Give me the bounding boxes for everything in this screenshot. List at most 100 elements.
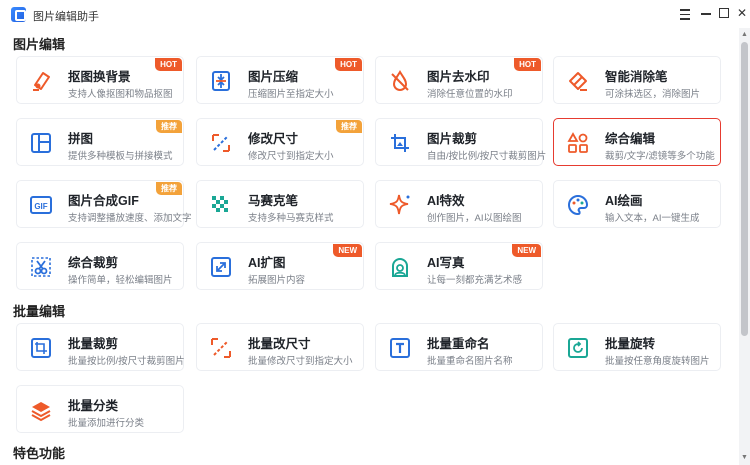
tool-card-description: 操作简单，轻松编辑图片 xyxy=(68,275,173,286)
menu-icon[interactable] xyxy=(676,4,694,22)
palette-icon xyxy=(566,193,590,217)
mosaic-icon xyxy=(209,193,233,217)
batch-rename-icon xyxy=(388,336,412,360)
app-title: 图片编辑助手 xyxy=(33,11,99,23)
expand-icon xyxy=(209,255,233,279)
tool-card-batch-resize[interactable]: 批量改尺寸批量修改尺寸到指定大小 xyxy=(196,323,364,371)
tool-card-mosaic[interactable]: 马赛克笔支持多种马赛克样式 xyxy=(196,180,364,228)
tool-card-gif[interactable]: GIF 图片合成GIF 支持调整播放速度、添加文字 推荐 xyxy=(16,180,192,228)
scroll-up-icon[interactable]: ▲ xyxy=(741,31,748,39)
tool-card-description: 支持多种马赛克样式 xyxy=(248,213,334,224)
tool-card-title: AI扩图 xyxy=(248,256,286,270)
portrait-icon xyxy=(388,255,412,279)
scissors-icon xyxy=(29,255,53,279)
tool-card-title: 批量裁剪 xyxy=(68,337,119,351)
tool-card-batch-crop[interactable]: 批量裁剪批量按比例/按尺寸裁剪图片 xyxy=(16,323,185,371)
crop-icon xyxy=(388,131,412,155)
tool-card-title: 批量重命名 xyxy=(427,337,490,351)
tool-card-batch-rotate[interactable]: 批量旋转批量按任意角度旋转图片 xyxy=(553,323,721,371)
watermark-drop-icon xyxy=(388,69,412,93)
tool-card-description: 批量按任意角度旋转图片 xyxy=(605,356,710,367)
tool-card-resize[interactable]: 修改尺寸修改尺寸到指定大小 推荐 xyxy=(196,118,364,166)
maximize-icon[interactable] xyxy=(715,4,733,22)
tool-card-description: 裁剪/文字/滤镜等多个功能 xyxy=(605,151,715,162)
tool-card-batch-classify[interactable]: 批量分类批量添加进行分类 xyxy=(16,385,184,433)
tool-card-expand[interactable]: AI扩图拓展图片内容 NEW xyxy=(196,242,364,290)
title-bar: 图片编辑助手 ✕ xyxy=(0,0,750,28)
tool-card-watermark-drop[interactable]: 图片去水印 消除任意位置的水印 HOT xyxy=(375,56,543,104)
tool-card-title: 马赛克笔 xyxy=(248,194,299,208)
tool-card-description: 批量重命名图片名称 xyxy=(427,356,513,367)
tool-card-collage[interactable]: 拼图提供多种模板与拼接模式 推荐 xyxy=(16,118,184,166)
tool-card-compress[interactable]: 图片压缩 压缩图片至指定大小 HOT xyxy=(196,56,364,104)
batch-crop-icon xyxy=(29,336,53,360)
section-title-image-edit: 图片编辑 xyxy=(13,37,66,52)
tool-card-sparkle[interactable]: AI特效创作图片，AI以图绘图 xyxy=(375,180,543,228)
batch-resize-icon xyxy=(209,336,233,360)
tool-card-description: 支持人像抠图和物品抠图 xyxy=(68,89,173,100)
badge-rec: 推荐 xyxy=(336,120,362,133)
tool-card-description: 提供多种模板与拼接模式 xyxy=(68,151,173,162)
tool-card-description: 压缩图片至指定大小 xyxy=(248,89,334,100)
tool-card-title: AI绘画 xyxy=(605,194,643,208)
resize-icon xyxy=(209,131,233,155)
app-logo-icon xyxy=(11,7,26,22)
magic-eraser-icon xyxy=(566,69,590,93)
tool-card-palette[interactable]: AI绘画输入文本，AI一键生成 xyxy=(553,180,721,228)
tool-card-title: 综合裁剪 xyxy=(68,256,119,270)
tool-card-title: 图片裁剪 xyxy=(427,132,478,146)
tool-card-description: 拓展图片内容 xyxy=(248,275,306,286)
tool-card-title: 图片压缩 xyxy=(248,70,299,84)
tool-card-title: 图片合成GIF xyxy=(68,194,139,208)
tool-card-title: 智能消除笔 xyxy=(605,70,668,84)
minimize-icon[interactable] xyxy=(697,4,715,22)
tool-card-description: 支持调整播放速度、添加文字 xyxy=(68,213,192,224)
batch-rotate-icon xyxy=(566,336,590,360)
badge-new: NEW xyxy=(333,244,362,257)
tool-card-description: 创作图片，AI以图绘图 xyxy=(427,213,522,224)
tool-card-title: 图片去水印 xyxy=(427,70,490,84)
tool-card-title: 修改尺寸 xyxy=(248,132,299,146)
svg-text:GIF: GIF xyxy=(34,202,47,211)
tool-card-description: 消除任意位置的水印 xyxy=(427,89,513,100)
tool-card-magic-eraser[interactable]: 智能消除笔可涂抹选区，消除图片 xyxy=(553,56,721,104)
close-icon[interactable]: ✕ xyxy=(733,4,750,22)
tool-card-title: 批量改尺寸 xyxy=(248,337,311,351)
tool-card-title: 批量分类 xyxy=(68,399,119,413)
tool-card-description: 修改尺寸到指定大小 xyxy=(248,151,334,162)
tool-card-title: 抠图换背景 xyxy=(68,70,131,84)
badge-rec: 推荐 xyxy=(156,182,182,195)
tool-card-description: 输入文本，AI一键生成 xyxy=(605,213,700,224)
batch-classify-icon xyxy=(29,398,53,422)
scrollbar[interactable]: ▲ ▼ xyxy=(739,28,750,465)
tool-card-eraser[interactable]: 抠图换背景支持人像抠图和物品抠图 HOT xyxy=(16,56,184,104)
scroll-down-icon[interactable]: ▼ xyxy=(741,454,748,462)
scroll-thumb[interactable] xyxy=(741,42,748,336)
tool-card-batch-rename[interactable]: 批量重命名批量重命名图片名称 xyxy=(375,323,543,371)
eraser-icon xyxy=(29,69,53,93)
tool-card-title: AI写真 xyxy=(427,256,465,270)
tool-card-title: 综合编辑 xyxy=(605,132,656,146)
tool-card-description: 批量修改尺寸到指定大小 xyxy=(248,356,353,367)
badge-new: NEW xyxy=(512,244,541,257)
collage-icon xyxy=(29,131,53,155)
section-title-featured: 特色功能 xyxy=(13,446,66,461)
tool-card-scissors[interactable]: 综合裁剪操作简单，轻松编辑图片 xyxy=(16,242,184,290)
tool-card-shapes[interactable]: 综合编辑裁剪/文字/滤镜等多个功能 xyxy=(553,118,721,166)
shapes-icon xyxy=(566,131,590,155)
tool-card-title: 拼图 xyxy=(68,132,94,146)
gif-icon: GIF xyxy=(29,193,53,217)
section-title-batch-edit: 批量编辑 xyxy=(13,304,66,319)
sparkle-icon xyxy=(388,193,412,217)
tool-card-crop[interactable]: 图片裁剪自由/按比例/按尺寸裁剪图片 xyxy=(375,118,547,166)
tool-card-description: 批量按比例/按尺寸裁剪图片 xyxy=(68,356,185,367)
compress-icon xyxy=(209,69,233,93)
badge-rec: 推荐 xyxy=(156,120,182,133)
tool-card-title: 批量旋转 xyxy=(605,337,656,351)
tool-card-title: AI特效 xyxy=(427,194,465,208)
tool-card-description: 可涂抹选区，消除图片 xyxy=(605,89,701,100)
badge-hot: HOT xyxy=(155,58,182,71)
tool-card-description: 自由/按比例/按尺寸裁剪图片 xyxy=(427,151,547,162)
tool-card-portrait[interactable]: AI写真 让每一刻都充满艺术感 NEW xyxy=(375,242,543,290)
tool-card-description: 批量添加进行分类 xyxy=(68,418,145,429)
